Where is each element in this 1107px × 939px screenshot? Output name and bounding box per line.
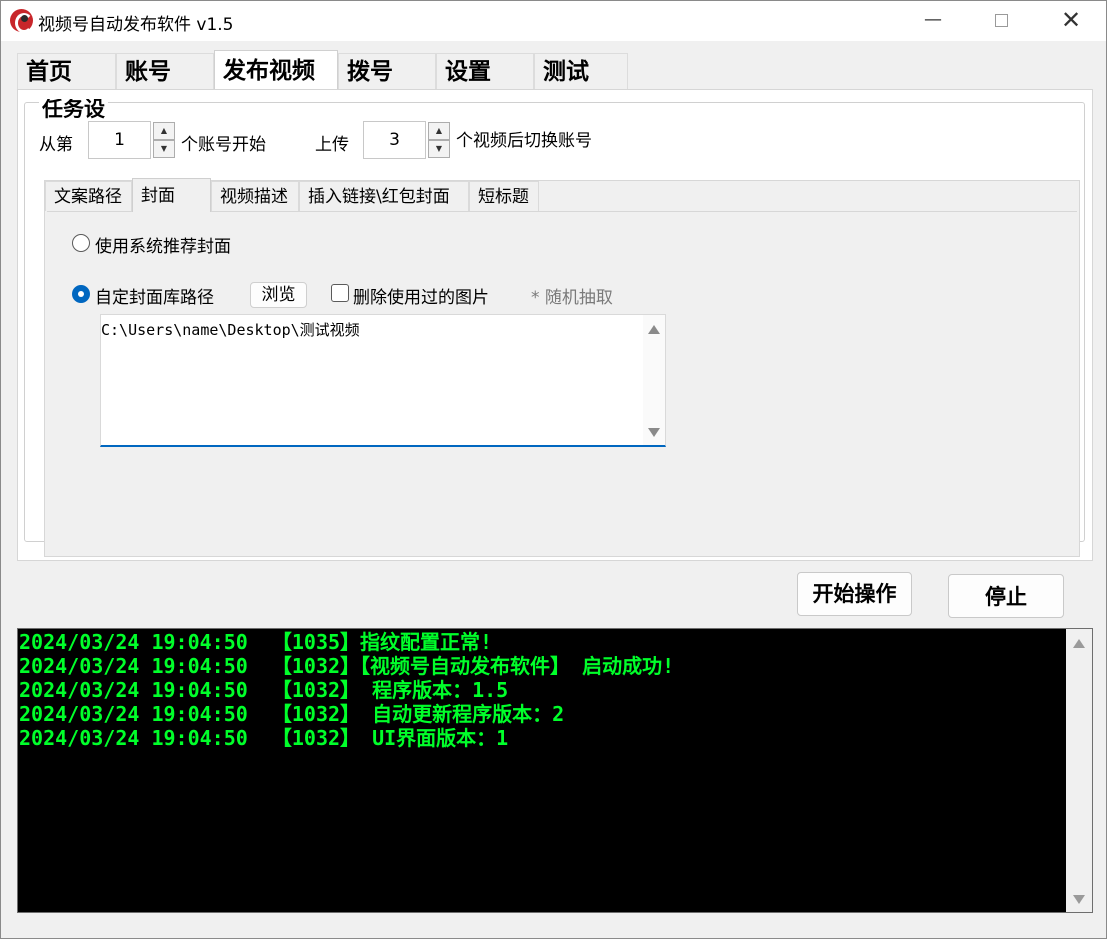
log-line: 2024/03/24 19:04:50 【1035】指纹配置正常!	[19, 630, 493, 654]
log-lines: 2024/03/24 19:04:50 【1035】指纹配置正常! 2024/0…	[19, 630, 674, 750]
log-line: 2024/03/24 19:04:50 【1032】 UI界面版本：1	[19, 726, 509, 750]
scroll-up-icon[interactable]	[648, 325, 660, 334]
tab-home[interactable]: 首页	[17, 53, 116, 89]
task-settings-group: 任务设 从第 1 ▲ ▼ 个账号开始 上传 3 ▲ ▼ 个视频后切换账号 文案路…	[24, 99, 1085, 557]
app-logo-icon	[10, 9, 33, 33]
from-label: 从第	[39, 135, 73, 155]
videos-per-account-input[interactable]: 3	[363, 121, 426, 159]
system-cover-radio[interactable]	[72, 234, 90, 252]
path-scrollbar[interactable]	[643, 315, 665, 445]
stepper-up-icon[interactable]: ▲	[153, 122, 175, 140]
start-account-input[interactable]: 1	[88, 121, 151, 159]
tab-settings[interactable]: 设置	[436, 53, 534, 89]
minimize-button[interactable]: —	[906, 1, 960, 41]
stepper-down-icon[interactable]: ▼	[428, 140, 450, 158]
browse-button[interactable]: 浏览	[250, 282, 307, 308]
account-start-label: 个账号开始	[181, 135, 266, 155]
tab-cover[interactable]: 封面	[132, 178, 211, 212]
title-bar[interactable]: 视频号自动发布软件 v1.5 — ✕	[1, 1, 1106, 41]
close-icon: ✕	[1060, 6, 1082, 34]
stop-button[interactable]: 停止	[948, 574, 1064, 618]
maximize-icon	[994, 14, 1008, 27]
log-line: 2024/03/24 19:04:50 【1032】 自动更新程序版本：2	[19, 702, 565, 726]
stepper-up-icon[interactable]: ▲	[428, 122, 450, 140]
random-hint: * 随机抽取	[531, 288, 613, 308]
start-button[interactable]: 开始操作	[797, 572, 912, 616]
delete-used-checkbox[interactable]	[331, 284, 349, 302]
custom-cover-radio[interactable]	[72, 285, 90, 303]
cover-path-value: C:\Users\name\Desktop\测试视频	[101, 321, 360, 339]
switch-account-label: 个视频后切换账号	[456, 131, 592, 151]
log-line: 2024/03/24 19:04:50 【1032】【视频号自动发布软件】 启动…	[19, 654, 675, 678]
tab-video-description[interactable]: 视频描述	[211, 181, 299, 211]
log-console[interactable]: 2024/03/24 19:04:50 【1035】指纹配置正常! 2024/0…	[17, 628, 1093, 913]
tab-publish-video[interactable]: 发布视频	[214, 50, 338, 90]
close-button[interactable]: ✕	[1044, 1, 1098, 41]
log-scrollbar[interactable]	[1066, 629, 1092, 912]
scroll-up-icon[interactable]	[1073, 639, 1085, 648]
tab-dialup[interactable]: 拨号	[338, 53, 436, 89]
log-line: 2024/03/24 19:04:50 【1032】 程序版本：1.5	[19, 678, 509, 702]
delete-used-label[interactable]: 删除使用过的图片	[353, 283, 489, 308]
tab-test[interactable]: 测试	[534, 53, 628, 89]
cover-path-textarea[interactable]: C:\Users\name\Desktop\测试视频	[100, 314, 666, 447]
tab-copy-path[interactable]: 文案路径	[45, 181, 132, 211]
upload-label: 上传	[315, 135, 349, 155]
publish-video-page: 任务设 从第 1 ▲ ▼ 个账号开始 上传 3 ▲ ▼ 个视频后切换账号 文案路…	[17, 89, 1093, 561]
tab-accounts[interactable]: 账号	[116, 53, 214, 89]
videos-per-account-stepper[interactable]: 3 ▲ ▼	[363, 121, 451, 159]
group-title: 任务设	[39, 99, 108, 119]
minimize-icon: —	[924, 9, 942, 30]
scroll-down-icon[interactable]	[648, 428, 660, 437]
system-cover-label[interactable]: 使用系统推荐封面	[95, 232, 231, 257]
stepper-down-icon[interactable]: ▼	[153, 140, 175, 158]
custom-cover-label[interactable]: 自定封面库路径	[95, 283, 214, 308]
window-title: 视频号自动发布软件 v1.5	[38, 15, 234, 35]
maximize-button[interactable]	[974, 1, 1028, 41]
tab-short-title[interactable]: 短标题	[469, 181, 539, 211]
cover-settings-panel: 文案路径 封面 视频描述 插入链接\红包封面 短标题 使用系统推荐封面 自定封面…	[44, 178, 1080, 557]
tab-insert-link[interactable]: 插入链接\红包封面	[299, 181, 469, 211]
scroll-down-icon[interactable]	[1073, 895, 1085, 904]
cover-tab-content: 使用系统推荐封面 自定封面库路径 浏览 删除使用过的图片 * 随机抽取 C:\U…	[47, 211, 1077, 555]
start-account-stepper[interactable]: 1 ▲ ▼	[88, 121, 176, 159]
app-window: 视频号自动发布软件 v1.5 — ✕ 首页 账号 发布视频 拨号 设置 测试 任…	[0, 0, 1107, 939]
